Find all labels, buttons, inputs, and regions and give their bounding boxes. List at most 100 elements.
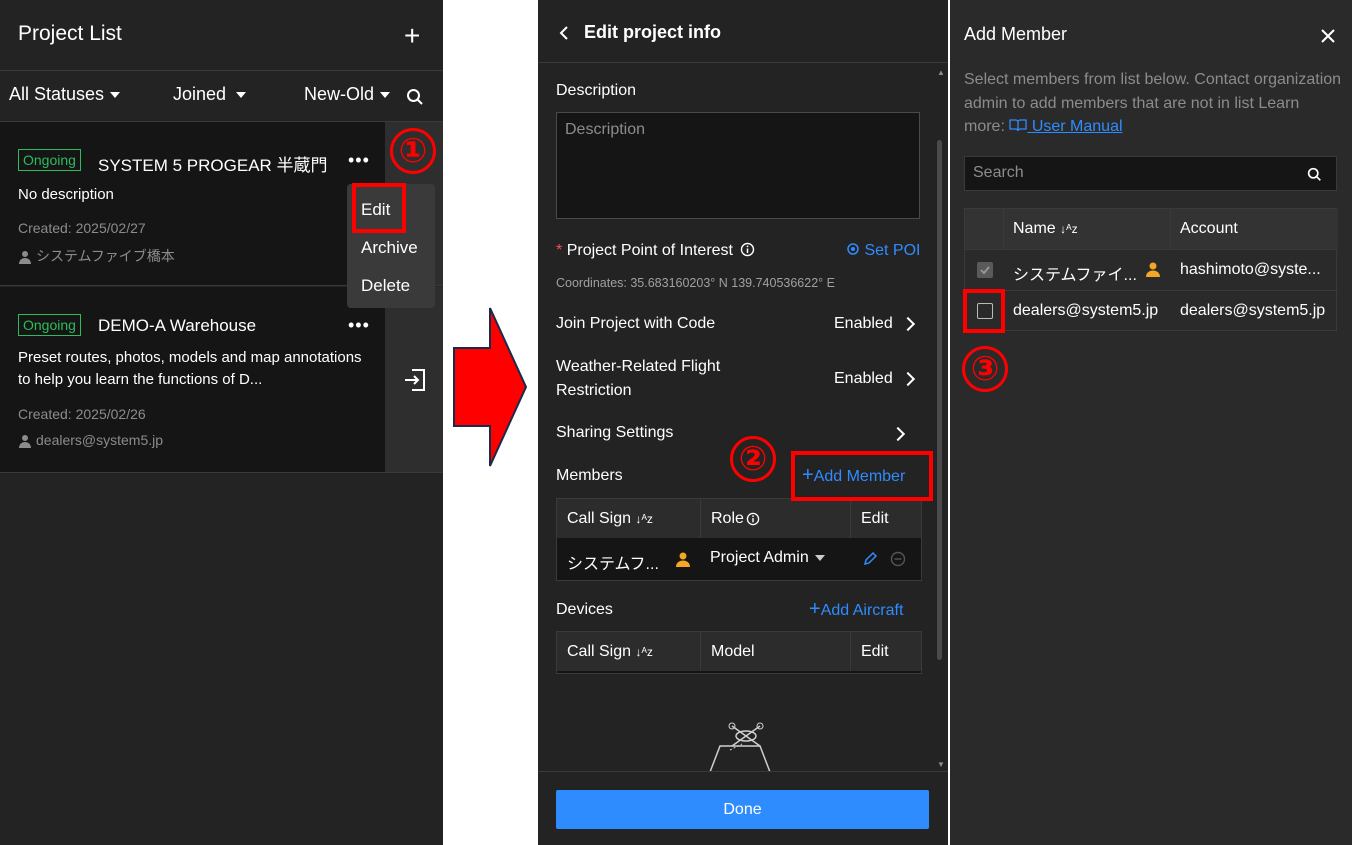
sharing-settings-row[interactable]: Sharing Settings [538,414,928,450]
joined-filter-dropdown[interactable]: Joined [173,84,247,105]
book-icon [1009,119,1028,132]
member-name: dealers@system5.jp [1013,302,1159,319]
info-icon [746,512,760,525]
devices-label: Devices [556,601,613,618]
search-placeholder: Search [973,164,1024,181]
target-icon [847,243,859,255]
poi-label: * Project Point of Interest [556,242,755,260]
weather-value: Enabled [834,370,915,388]
chevron-right-icon [900,316,915,331]
owner-name: dealers@system5.jp [36,432,164,448]
weather-restriction-row[interactable]: Weather-Related Flight Restriction Enabl… [538,352,928,404]
sort-dropdown[interactable]: New-Old [304,84,391,105]
user-manual-link[interactable]: User Manual [1009,118,1123,135]
status-filter-dropdown[interactable]: All Statuses [9,84,121,105]
sort-az-icon: ↓ᴬz [635,644,653,659]
done-button[interactable]: Done [556,790,929,829]
joined-filter-label: Joined [173,84,227,104]
project-name: DEMO-A Warehouse [98,316,257,335]
project-card[interactable]: Ongoing DEMO-A Warehouse ••• Preset rout… [0,287,443,473]
edit-panel-header: Edit project info [538,0,948,63]
column-header-edit: Edit [851,632,921,671]
project-list-header: Project List + [0,0,443,71]
description-label: Description [556,82,637,99]
project-created-date: Created: 2025/02/27 [18,220,146,236]
add-aircraft-label: Add Aircraft [820,602,904,619]
project-side-strip [385,287,443,472]
add-project-icon[interactable]: + [404,22,420,50]
annotation-box-edit [352,183,406,233]
project-description: Preset routes, photos, models and map an… [18,349,362,388]
weather-label-line2: Restriction [556,382,632,399]
caret-down-icon [380,92,391,99]
sort-label: New-Old [304,84,375,104]
join-code-label: Join Project with Code [556,315,716,332]
annotation-step-2: ② [730,436,776,482]
close-icon[interactable] [1321,29,1335,43]
add-aircraft-button[interactable]: +Add Aircraft [809,598,904,620]
edit-project-panel: Edit project info ▲ ▼ Description Descri… [538,0,948,845]
member-select-table: Name ↓ᴬz Account システムファイ... hashimoto@sy… [964,208,1338,331]
member-checkbox [977,262,993,278]
column-header-call-sign[interactable]: Call Sign ↓ᴬz [557,499,701,538]
scroll-down-icon[interactable]: ▼ [937,760,945,769]
sharing-label: Sharing Settings [556,424,674,441]
sort-az-icon: ↓ᴬz [635,511,653,526]
chevron-right-icon [900,371,915,386]
search-icon[interactable] [406,88,424,106]
coordinates-text: Coordinates: 35.683160203° N 139.7405366… [556,276,835,290]
project-owner: システムファイブ橋本 [18,246,175,266]
column-header-role: Role [701,499,851,538]
members-table: Call Sign ↓ᴬz Role Edit システムフ... Project… [556,498,922,581]
scrollbar[interactable] [937,140,942,660]
check-icon [980,266,990,275]
more-options-icon[interactable]: ••• [348,150,370,171]
plus-icon: + [809,598,821,620]
weather-label-line1: Weather-Related Flight [556,358,721,375]
table-row: システムフ... Project Admin [557,539,921,579]
project-list-panel: Project List + All Statuses Joined New-O… [0,0,443,845]
enter-project-icon[interactable] [402,367,428,393]
status-badge: Ongoing [18,149,81,171]
remove-member-icon[interactable] [890,551,906,567]
add-member-panel: Add Member Select members from list belo… [950,0,1352,845]
role-dropdown[interactable]: Project Admin [710,549,825,567]
table-row[interactable]: dealers@system5.jp dealers@system5.jp [965,290,1338,331]
project-description: No description [18,186,114,203]
set-poi-button[interactable]: Set POI [846,242,920,260]
member-search-input[interactable]: Search [964,156,1337,191]
menu-item-archive[interactable]: Archive [361,238,418,258]
annotation-step-3: ③ [962,346,1008,392]
annotation-box-checkbox [963,289,1005,333]
column-header-model: Model [701,632,851,671]
table-header: Name ↓ᴬz Account [965,209,1338,249]
column-header-call-sign[interactable]: Call Sign ↓ᴬz [557,632,701,671]
join-code-row[interactable]: Join Project with Code Enabled [538,306,928,342]
column-header-edit: Edit [851,499,921,538]
empty-drone-illustration-icon [709,722,771,772]
member-account: dealers@system5.jp [1180,302,1326,319]
annotation-box-add-member [791,451,933,501]
menu-item-delete[interactable]: Delete [361,276,410,296]
more-options-icon[interactable]: ••• [348,315,370,336]
project-created-date: Created: 2025/02/26 [18,406,146,422]
admin-user-icon [1146,262,1160,277]
scroll-up-icon[interactable]: ▲ [937,68,945,77]
join-code-value: Enabled [834,315,915,333]
edit-pencil-icon[interactable] [862,551,878,567]
member-call-sign: システムフ... [567,556,659,573]
devices-table: Call Sign ↓ᴬz Model Edit [556,631,922,674]
add-member-instruction: Select members from list below. Contact … [964,68,1344,139]
back-chevron-icon[interactable] [558,25,570,41]
info-icon[interactable] [740,242,755,257]
flow-arrow-icon [453,307,528,467]
set-poi-label: Set POI [864,242,921,259]
description-textarea[interactable]: Description [556,112,920,219]
search-icon[interactable] [1307,167,1322,182]
caret-down-icon [110,92,121,99]
column-header-name[interactable]: Name ↓ᴬz [1013,220,1078,238]
owner-name: システムファイブ橋本 [36,248,175,264]
status-badge: Ongoing [18,314,81,336]
table-row[interactable]: システムファイ... hashimoto@syste... [965,249,1338,290]
sort-az-icon: ↓ᴬz [1060,222,1078,236]
